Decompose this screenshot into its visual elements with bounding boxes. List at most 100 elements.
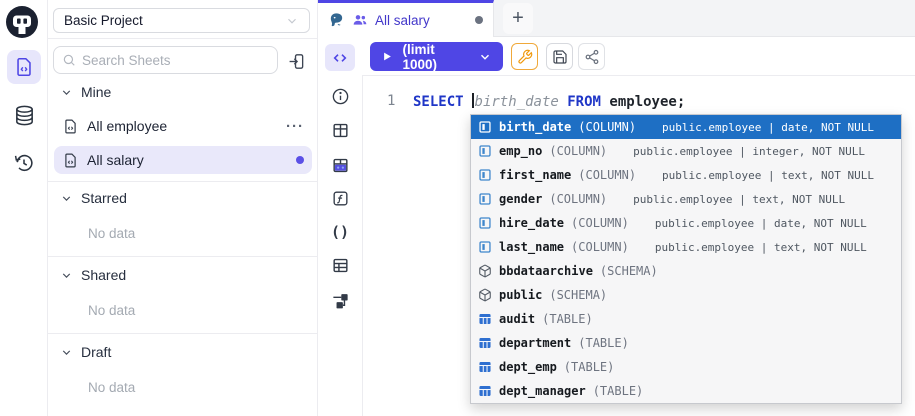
autocomplete-item-kind: (TABLE)	[542, 312, 593, 326]
section-shared-label: Shared	[81, 267, 126, 283]
autocomplete-item-detail: public.employee | text, NOT NULL	[633, 193, 845, 206]
table-icon	[478, 384, 492, 398]
nav-sheets-button[interactable]	[7, 50, 41, 84]
autocomplete-item[interactable]: gender(COLUMN)public.employee | text, NO…	[471, 187, 901, 211]
autocomplete-item-kind: (COLUMN)	[571, 240, 629, 254]
autocomplete-item[interactable]: audit (TABLE)	[471, 307, 901, 331]
sidebar-divider	[48, 333, 317, 334]
autocomplete-item-name: hire_date	[499, 216, 564, 230]
autocomplete-item-name: emp_no	[499, 144, 542, 158]
tab-all-salary[interactable]: All salary	[318, 0, 494, 37]
autocomplete-item-name: dept_manager	[499, 384, 586, 398]
autocomplete-item[interactable]: dept_emp (TABLE)	[471, 355, 901, 379]
section-shared[interactable]: Shared	[60, 267, 126, 283]
run-query-button[interactable]: (limit 1000)	[370, 42, 503, 71]
autocomplete-item-kind: (COLUMN)	[549, 192, 607, 206]
chevron-down-icon[interactable]	[470, 50, 492, 64]
records-ai-button[interactable]	[328, 153, 352, 177]
search-sheets-box	[53, 46, 278, 74]
ghost-suggestion: birth_date	[475, 94, 559, 110]
project-selector[interactable]: Basic Project	[53, 8, 310, 33]
section-starred[interactable]: Starred	[60, 190, 127, 206]
autocomplete-item[interactable]: bbdataarchive(SCHEMA)	[471, 259, 901, 283]
table-icon	[478, 360, 492, 374]
autocomplete-item-detail: public.employee | integer, NOT NULL	[633, 145, 865, 158]
column-icon	[478, 168, 492, 182]
data-table-button[interactable]	[328, 253, 352, 277]
autocomplete-item[interactable]: department(TABLE)	[471, 331, 901, 355]
search-icon	[62, 53, 76, 67]
project-selector-value: Basic Project	[64, 13, 143, 28]
tab-label: All salary	[375, 13, 430, 28]
query-tools-button[interactable]	[511, 43, 538, 70]
database-icon	[13, 104, 36, 127]
save-icon	[552, 49, 568, 65]
code-view-toggle[interactable]	[325, 44, 355, 71]
nav-database-button[interactable]	[7, 98, 41, 132]
autocomplete-item[interactable]: dept_manager (TABLE)	[471, 379, 901, 403]
autocomplete-item-kind: (COLUMN)	[571, 216, 629, 230]
column-icon	[478, 144, 492, 158]
table-icon	[478, 312, 492, 326]
sql-editor-app: Basic Project Mine	[0, 0, 915, 416]
section-draft[interactable]: Draft	[60, 344, 111, 360]
autocomplete-item-kind: (COLUMN)	[549, 144, 607, 158]
column-icon	[478, 240, 492, 254]
chevron-down-icon	[60, 346, 73, 359]
sheet-icon	[62, 118, 79, 135]
autocomplete-item-name: audit	[499, 312, 535, 326]
table-view-button[interactable]	[328, 118, 352, 142]
autocomplete-item-kind: (TABLE)	[593, 384, 644, 398]
autocomplete-item[interactable]: last_name(COLUMN)public.employee | text,…	[471, 235, 901, 259]
schema-flow-icon	[331, 291, 350, 310]
code-icon	[332, 50, 348, 66]
search-sheets-input[interactable]	[82, 53, 269, 68]
autocomplete-item[interactable]: hire_date(COLUMN)public.employee | date,…	[471, 211, 901, 235]
sheet-item-all-employee[interactable]: All employee ···	[54, 112, 312, 140]
sheet-item-all-salary[interactable]: All salary	[54, 146, 312, 174]
save-button[interactable]	[546, 43, 573, 70]
import-sheet-icon[interactable]	[286, 50, 308, 72]
sheet-code-icon	[13, 56, 35, 78]
share-button[interactable]	[578, 43, 605, 70]
autocomplete-item-kind: (SCHEMA)	[549, 288, 607, 302]
shared-empty-text: No data	[88, 303, 135, 318]
autocomplete-item[interactable]: first_name(COLUMN)public.employee | text…	[471, 163, 901, 187]
schema-flow-button[interactable]	[328, 288, 352, 312]
function-button[interactable]	[328, 186, 352, 210]
info-button[interactable]	[328, 84, 352, 108]
autocomplete-item[interactable]: public(SCHEMA)	[471, 283, 901, 307]
autocomplete-item-kind: (TABLE)	[564, 360, 615, 374]
text-cursor	[472, 93, 474, 108]
parameters-button[interactable]: ()	[328, 220, 352, 244]
new-tab-button[interactable]: +	[503, 3, 533, 34]
autocomplete-item[interactable]: emp_no (COLUMN) public.employee | integer,…	[471, 139, 901, 163]
table-icon	[331, 121, 350, 140]
autocomplete-item-name: dept_emp	[499, 360, 557, 374]
chevron-down-icon	[285, 14, 299, 28]
autocomplete-item-kind: (COLUMN)	[578, 120, 636, 134]
table-records-icon	[331, 156, 350, 175]
run-limit-label: (limit 1000)	[402, 42, 470, 72]
line-number: 1	[387, 93, 395, 109]
function-icon	[331, 189, 350, 208]
sheet-menu-ellipsis-icon[interactable]: ···	[286, 118, 304, 135]
sheet-icon	[62, 152, 79, 169]
active-sheet-dot	[296, 156, 304, 164]
autocomplete-item-detail: public.employee | text, NOT NULL	[662, 169, 874, 182]
app-logo[interactable]	[5, 5, 39, 39]
sheet-item-label: All salary	[87, 152, 144, 168]
section-mine[interactable]: Mine	[60, 84, 111, 100]
table-rows-icon	[331, 256, 350, 275]
code-line: SELECT birth_date FROM employee;	[413, 93, 685, 110]
members-icon	[352, 12, 368, 28]
schema-icon	[478, 288, 492, 302]
tab-bar: All salary +	[318, 0, 915, 37]
postgres-icon	[328, 12, 345, 29]
column-icon	[478, 192, 492, 206]
nav-history-button[interactable]	[7, 146, 41, 180]
autocomplete-item[interactable]: birth_date(COLUMN)public.employee | date…	[471, 115, 901, 139]
section-starred-label: Starred	[81, 190, 127, 206]
sidebar-divider	[48, 256, 317, 257]
draft-empty-text: No data	[88, 380, 135, 395]
